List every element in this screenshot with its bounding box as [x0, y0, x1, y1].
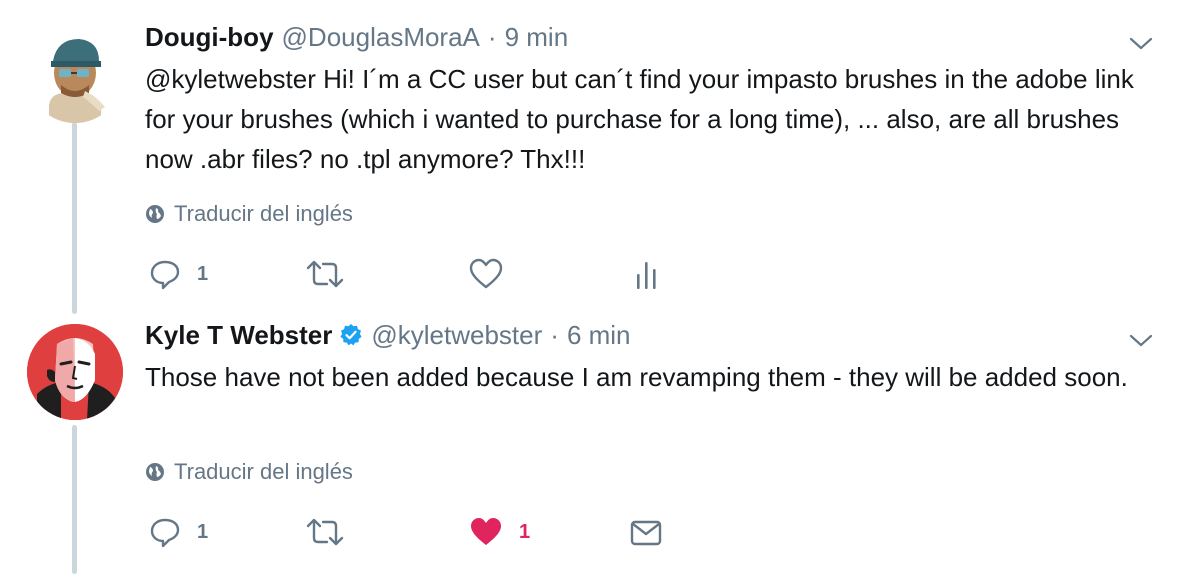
avatar-image: [27, 324, 123, 420]
envelope-icon: [630, 520, 662, 546]
action-bar: 1: [0, 256, 1180, 296]
analytics-icon: [637, 262, 656, 289]
retweet-icon: [306, 518, 344, 546]
globe-icon: [146, 205, 164, 223]
heart-filled-icon: [471, 518, 501, 545]
user-handle[interactable]: @DouglasMoraA: [282, 22, 480, 53]
tweet-body: Those have not been added because I am r…: [145, 362, 1128, 392]
reply-icon: [150, 518, 180, 548]
reply-button[interactable]: 1: [149, 516, 208, 548]
tweet-header: Dougi-boy @DouglasMoraA · 9 min: [145, 22, 568, 52]
like-button[interactable]: [469, 258, 503, 290]
heart-icon: [469, 258, 503, 289]
user-handle[interactable]: @kyletwebster: [371, 320, 542, 351]
display-name[interactable]: Kyle T Webster: [145, 320, 332, 351]
retweet-button[interactable]: [305, 516, 345, 548]
reply-count: 1: [197, 520, 209, 543]
verified-badge-icon: [340, 324, 362, 346]
tweet-header: Kyle T Webster @kyletwebster · 6 min: [145, 320, 631, 350]
translate-link[interactable]: Traducir del inglés: [145, 200, 353, 228]
direct-message-button[interactable]: [630, 519, 662, 547]
translate-link[interactable]: Traducir del inglés: [145, 458, 353, 486]
separator-dot: ·: [550, 319, 559, 350]
avatar[interactable]: [27, 324, 123, 420]
avatar-image: [27, 27, 123, 123]
translate-label: Traducir del inglés: [174, 459, 353, 484]
tweet: Kyle T Webster @kyletwebster · 6 min Tho…: [0, 300, 1180, 574]
translate-label: Traducir del inglés: [174, 201, 353, 226]
display-name[interactable]: Dougi-boy: [145, 22, 274, 53]
chevron-down-icon[interactable]: [1128, 30, 1154, 56]
action-bar: 1 1: [0, 514, 1180, 554]
reply-button[interactable]: 1: [149, 258, 208, 290]
separator-dot: ·: [487, 21, 497, 52]
tweet-text: Those have not been added because I am r…: [145, 357, 1155, 397]
timestamp[interactable]: 9 min: [505, 22, 569, 53]
like-count: 1: [519, 520, 531, 543]
globe-icon: [146, 463, 164, 481]
reply-count: 1: [197, 262, 209, 285]
timestamp[interactable]: 6 min: [567, 320, 631, 351]
reply-icon: [150, 260, 180, 290]
analytics-button[interactable]: [635, 260, 659, 290]
chevron-down-icon[interactable]: [1128, 327, 1154, 353]
like-button[interactable]: 1: [469, 516, 530, 548]
mention-link[interactable]: @kyletwebster: [145, 64, 316, 94]
retweet-button[interactable]: [305, 258, 345, 290]
avatar[interactable]: [27, 27, 123, 123]
retweet-icon: [306, 260, 344, 288]
tweet-text: @kyletwebster Hi! I´m a CC user but can´…: [145, 59, 1155, 179]
tweet: Dougi-boy @DouglasMoraA · 9 min @kyletwe…: [0, 0, 1180, 300]
